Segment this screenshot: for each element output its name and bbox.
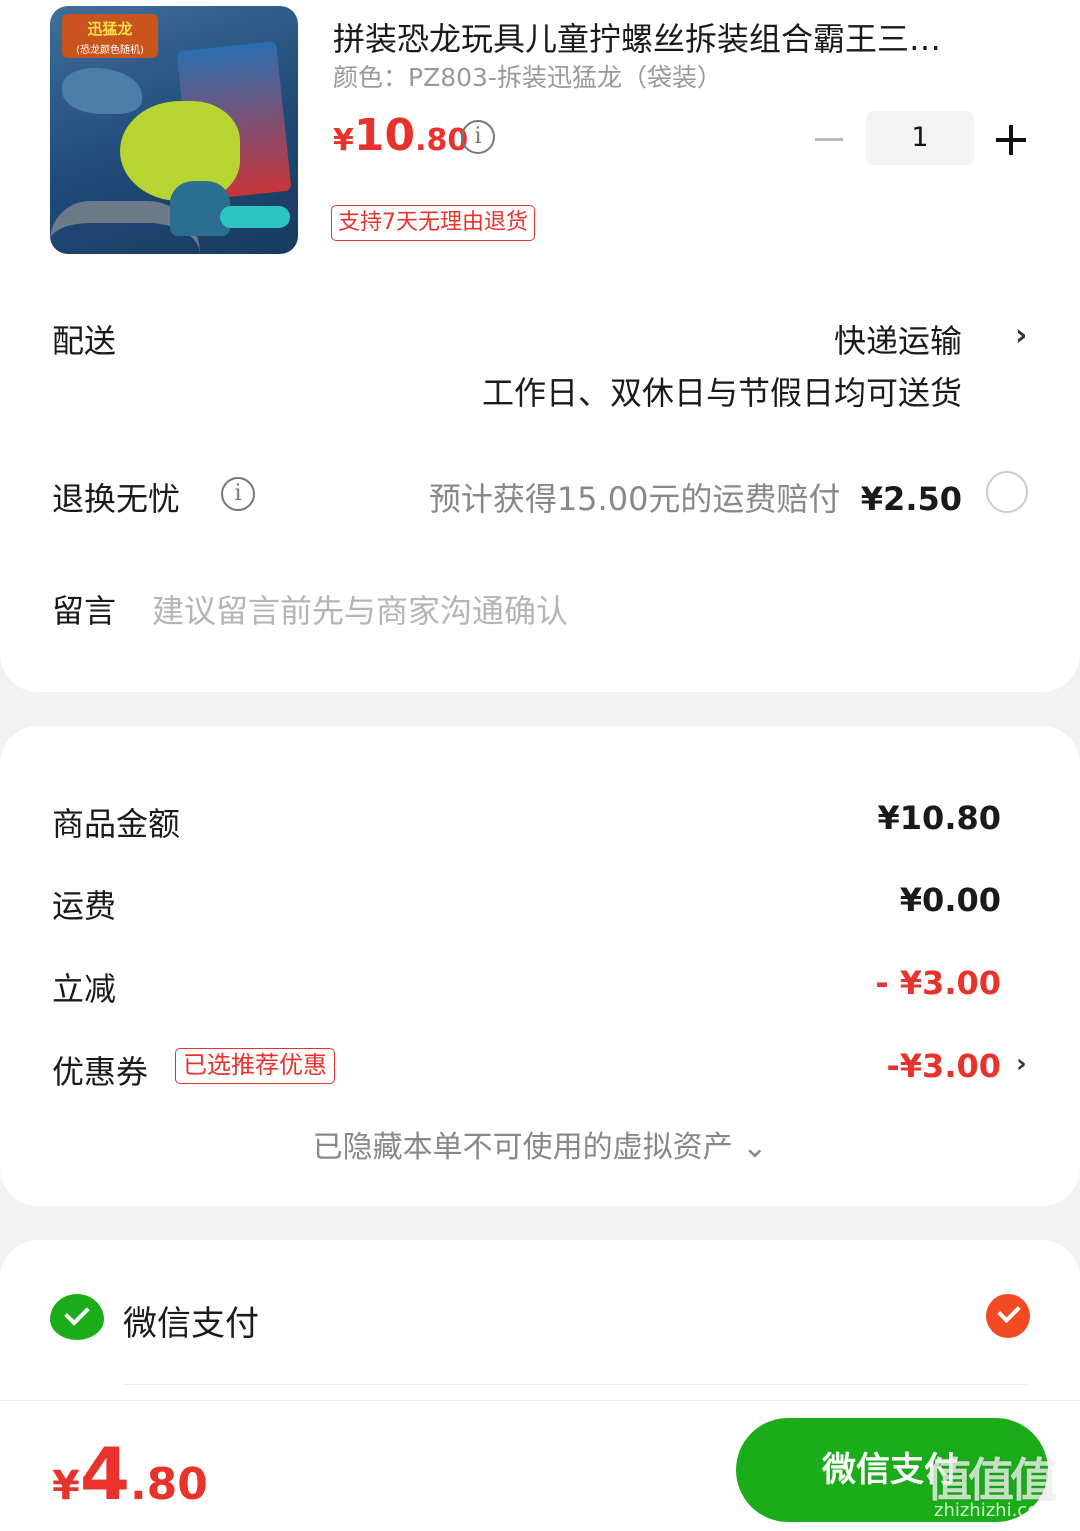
coupon-value[interactable]: -¥3.00 [887, 1047, 1002, 1085]
shipping-fee-label: 运费 [52, 887, 117, 925]
product-thumbnail[interactable]: 迅猛龙 (恐龙颜色随机) [50, 6, 298, 254]
hidden-assets-toggle[interactable]: 已隐藏本单不可使用的虚拟资产 ⌄ [0, 1122, 1080, 1166]
message-input[interactable]: 建议留言前先与商家沟通确认 [152, 586, 568, 632]
chevron-right-icon[interactable]: › [1015, 318, 1027, 353]
price-info-icon[interactable]: i [461, 120, 495, 154]
return-insurance-label: 退换无忧 [52, 480, 181, 518]
payment-method-label[interactable]: 微信支付 [123, 1296, 259, 1345]
return-insurance-price: ¥2.50 [860, 480, 962, 518]
return-insurance-compensation: 预计获得15.00元的运费赔付 ¥2.50 [429, 474, 962, 520]
thumb-badge-title: 迅猛龙 [87, 20, 133, 38]
product-price: ¥10.80 [333, 110, 468, 161]
dino-head-shape [62, 68, 142, 114]
quantity-input[interactable]: 1 [866, 111, 974, 165]
coupon-label: 优惠券 [52, 1053, 149, 1091]
coupon-selected-tag: 已选推荐优惠 [175, 1048, 335, 1084]
screwdriver-shape [220, 206, 290, 228]
instant-discount-label: 立减 [52, 970, 117, 1008]
quantity-increase-button[interactable] [995, 124, 1027, 156]
price-decimal: .80 [415, 123, 469, 158]
chevron-right-icon[interactable]: › [1016, 1049, 1027, 1079]
product-title[interactable]: 拼装恐龙玩具儿童拧螺丝拆装组合霸王三… [333, 14, 941, 60]
order-item-card: 迅猛龙 (恐龙颜色随机) 拼装恐龙玩具儿童拧螺丝拆装组合霸王三… 颜色：PZ80… [0, 0, 1080, 692]
watermark-url: zhizhizhi.com [934, 1500, 1056, 1521]
return-insurance-radio[interactable] [986, 471, 1028, 513]
total-integer: 4 [79, 1432, 130, 1516]
thumb-badge: 迅猛龙 (恐龙颜色随机) [62, 14, 158, 58]
return-insurance-info-icon[interactable]: i [221, 477, 255, 511]
goods-amount-value: ¥10.80 [877, 799, 1001, 837]
shipping-fee-value: ¥0.00 [899, 881, 1001, 919]
instant-discount-value: - ¥3.00 [875, 964, 1001, 1002]
price-integer: 10 [353, 110, 416, 161]
dino-base-shape [170, 181, 230, 236]
total-decimal: .80 [129, 1459, 208, 1510]
delivery-note: 工作日、双休日与节假日均可送货 [481, 374, 962, 412]
order-total: ¥4.80 [52, 1432, 208, 1516]
thumb-badge-sub: (恐龙颜色随机) [76, 45, 144, 56]
quantity-decrease-button[interactable] [813, 126, 845, 152]
goods-amount-label: 商品金额 [52, 805, 181, 843]
return-policy-tag: 支持7天无理由退货 [331, 205, 535, 241]
delivery-method[interactable]: 快递运输 [834, 316, 962, 362]
divider [123, 1384, 1030, 1385]
price-currency: ¥ [333, 123, 354, 158]
message-label: 留言 [52, 592, 117, 630]
product-variant[interactable]: 颜色：PZ803-拆装迅猛龙（袋装） [333, 58, 722, 94]
payment-selected-check-icon[interactable] [986, 1294, 1030, 1338]
wechat-pay-icon [50, 1294, 104, 1340]
total-currency: ¥ [52, 1463, 80, 1509]
delivery-label: 配送 [52, 322, 117, 360]
compensation-text: 预计获得15.00元的运费赔付 [428, 480, 841, 518]
